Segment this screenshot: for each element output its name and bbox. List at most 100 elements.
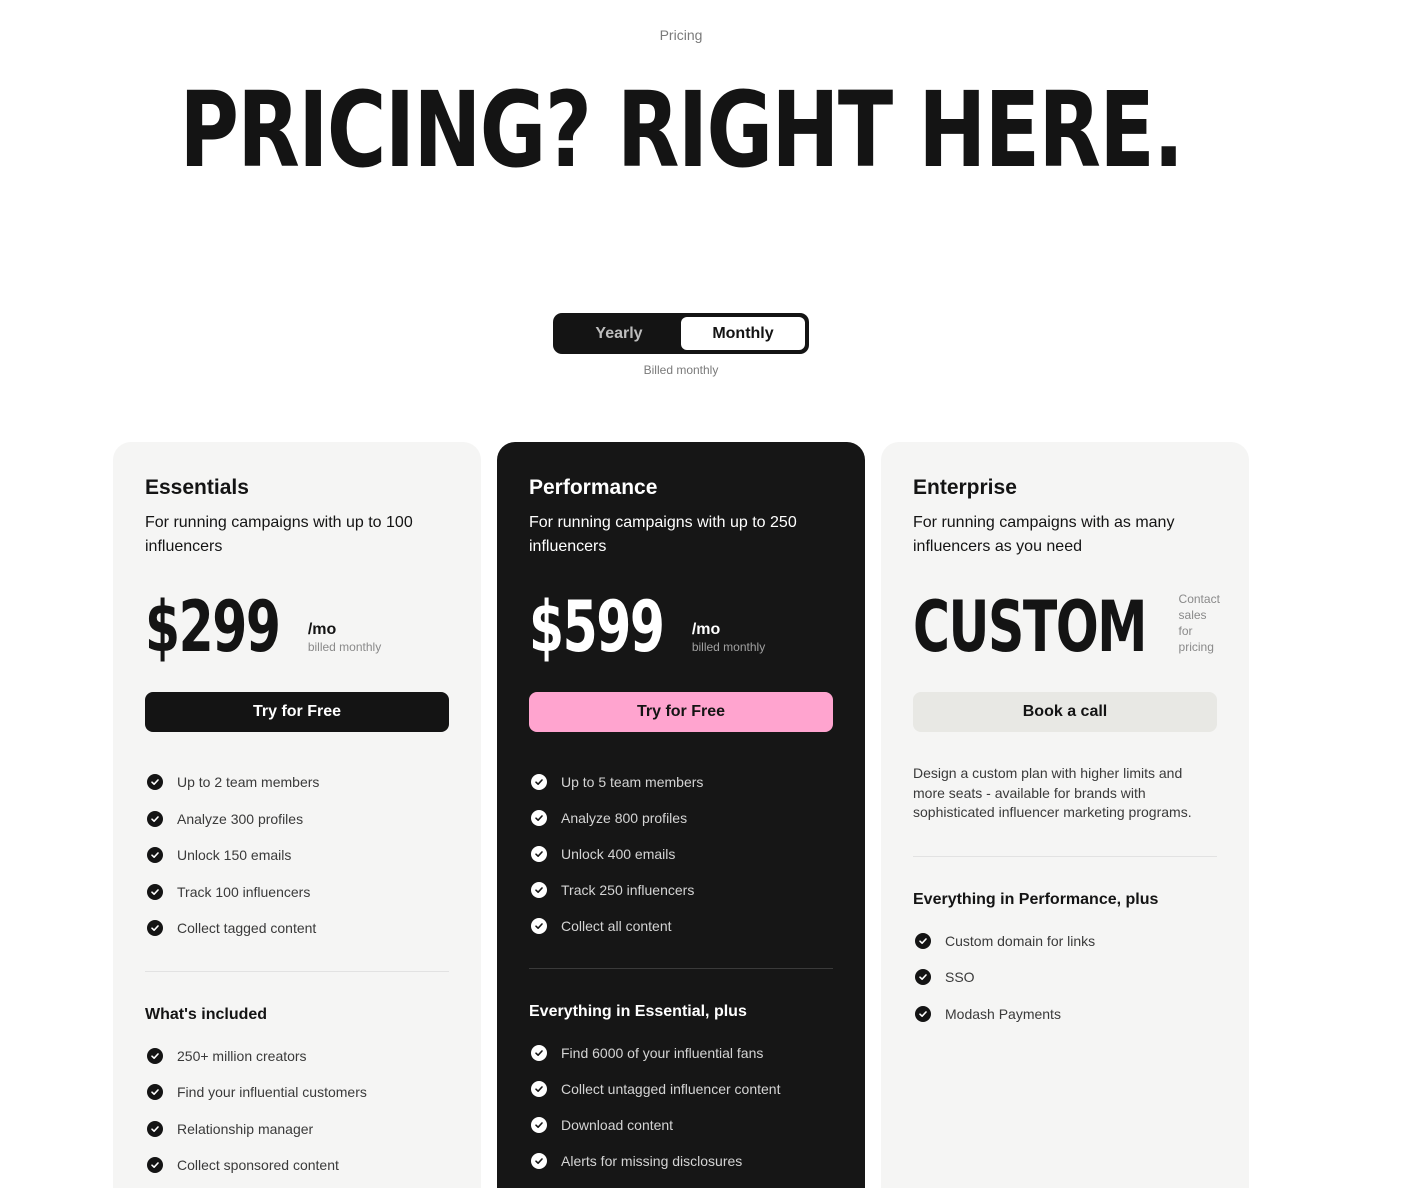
plan-card-performance: Performance For running campaigns with u…: [497, 442, 865, 1188]
feature-item: Analyze 300 profiles: [145, 801, 449, 838]
feature-label: 250+ million creators: [177, 1047, 307, 1064]
feature-label: Download content: [561, 1117, 674, 1133]
feature-item: Collect untagged influencer content: [529, 1071, 833, 1107]
toggle-yearly[interactable]: Yearly: [557, 317, 681, 350]
check-circle-icon: [147, 883, 163, 900]
try-for-free-button[interactable]: Try for Free: [145, 692, 449, 732]
check-circle-icon: [915, 1005, 931, 1022]
plan-card-essentials: Essentials For running campaigns with up…: [113, 442, 481, 1188]
check-circle-icon: [531, 1153, 547, 1169]
custom-plan-description: Design a custom plan with higher limits …: [913, 765, 1192, 820]
check-circle-icon: [147, 1157, 163, 1174]
plan-description: For running campaigns with up to 250 inf…: [529, 514, 797, 555]
check-circle-icon: [531, 810, 547, 826]
feature-label: Collect untagged influencer content: [561, 1081, 781, 1097]
check-circle-icon: [147, 1120, 163, 1137]
plan-description: For running campaigns with up to 100 inf…: [145, 514, 413, 555]
feature-item: Alerts for missing disclosures: [529, 1143, 833, 1179]
feature-label: Relationship manager: [177, 1120, 314, 1137]
feature-item: Track 250 influencers: [529, 872, 833, 908]
feature-item: Unlock 150 emails: [145, 837, 449, 874]
check-circle-icon: [531, 774, 547, 790]
feature-item: 250+ million creators: [145, 1038, 449, 1075]
feature-item: Find 6000 of your influential fans: [529, 1035, 833, 1071]
feature-label: Unlock 150 emails: [177, 847, 292, 864]
feature-item: Modash Payments: [913, 996, 1217, 1033]
feature-label: Collect sponsored content: [177, 1157, 339, 1174]
divider: [529, 968, 833, 969]
feature-item: Campaign dashboard: [145, 1184, 449, 1188]
page-title: PRICING? RIGHT HERE.: [179, 69, 1184, 191]
feature-label: Analyze 300 profiles: [177, 810, 304, 827]
check-circle-icon: [147, 774, 163, 791]
feature-item: Track 100 influencers: [145, 874, 449, 911]
check-circle-icon: [915, 969, 931, 986]
check-circle-icon: [531, 1117, 547, 1133]
price-note-contact: Contact sales: [1178, 592, 1220, 622]
plan-description: For running campaigns with as many influ…: [913, 514, 1175, 555]
check-circle-icon: [531, 918, 547, 934]
feature-label: Track 250 influencers: [561, 882, 695, 898]
try-for-free-button[interactable]: Try for Free: [529, 692, 833, 732]
plan-price: $299: [145, 586, 281, 668]
feature-item: Download content: [529, 1107, 833, 1143]
check-circle-icon: [147, 920, 163, 937]
included-list: Custom domain for links SSO Modash Payment…: [913, 923, 1217, 1033]
included-list: 250+ million creators Find your influenti…: [145, 1038, 449, 1188]
billing-toggle[interactable]: Yearly Monthly: [553, 313, 809, 354]
section-title: Everything in Performance, plus: [913, 890, 1159, 908]
check-circle-icon: [147, 847, 163, 864]
feature-item: Up to 5 team members: [529, 764, 833, 800]
plan-name: Enterprise: [913, 476, 1017, 499]
check-circle-icon: [531, 1045, 547, 1061]
plan-card-enterprise: Enterprise For running campaigns with as…: [881, 442, 1249, 1188]
price-note-pricing: for pricing: [1178, 624, 1214, 654]
check-circle-icon: [531, 846, 547, 862]
feature-item: SSO: [913, 959, 1217, 996]
divider: [145, 970, 449, 972]
feature-label: Find your influential customers: [177, 1084, 367, 1101]
feature-label: Modash Payments: [945, 1005, 1061, 1022]
eyebrow-label: Pricing: [659, 27, 703, 43]
toggle-monthly[interactable]: Monthly: [681, 317, 805, 350]
feature-item: Collect all content: [529, 908, 833, 944]
feature-label: Custom domain for links: [945, 932, 1096, 949]
feature-label: Analyze 800 profiles: [561, 810, 688, 826]
price-unit: /mo: [307, 621, 337, 638]
feature-label: Find 6000 of your influential fans: [561, 1045, 764, 1061]
price-note: billed monthly: [691, 640, 766, 654]
book-a-call-button[interactable]: Book a call: [913, 692, 1217, 732]
feature-item: Analyze 800 profiles: [529, 800, 833, 836]
check-circle-icon: [147, 1084, 163, 1101]
billing-note: Billed monthly: [643, 363, 719, 377]
price-row: $299 /mo billed monthly: [145, 586, 449, 668]
feature-list: Up to 5 team members Analyze 800 profiles…: [529, 764, 833, 944]
check-circle-icon: [915, 932, 931, 949]
check-circle-icon: [531, 1081, 547, 1097]
check-circle-icon: [531, 882, 547, 898]
feature-label: Collect tagged content: [177, 920, 317, 937]
feature-label: Collect all content: [561, 918, 672, 934]
divider: [913, 855, 1217, 857]
plan-price: $599: [529, 586, 665, 668]
feature-item: Find your influential customers: [145, 1074, 449, 1111]
feature-item: Up to 2 team members: [145, 764, 449, 801]
feature-list: Up to 2 team members Analyze 300 profiles…: [145, 764, 449, 947]
feature-label: SSO: [945, 969, 975, 986]
feature-item: Relationship manager: [145, 1111, 449, 1148]
feature-item: Collect sponsored content: [145, 1147, 449, 1184]
check-circle-icon: [147, 810, 163, 827]
price-unit: /mo: [691, 621, 721, 638]
feature-item: Exports: [529, 1179, 833, 1188]
feature-label: Alerts for missing disclosures: [561, 1153, 743, 1169]
section-title: Everything in Essential, plus: [529, 1003, 747, 1020]
feature-item: Unlock 400 emails: [529, 836, 833, 872]
feature-item: Custom domain for links: [913, 923, 1217, 960]
plan-price: CUSTOM: [913, 586, 1147, 668]
feature-label: Up to 5 team members: [561, 774, 704, 790]
price-row: $599 /mo billed monthly: [529, 586, 833, 668]
plan-name: Essentials: [145, 476, 249, 499]
feature-label: Unlock 400 emails: [561, 846, 676, 862]
plan-name: Performance: [529, 476, 658, 499]
included-list: Find 6000 of your influential fans Collec…: [529, 1035, 833, 1188]
